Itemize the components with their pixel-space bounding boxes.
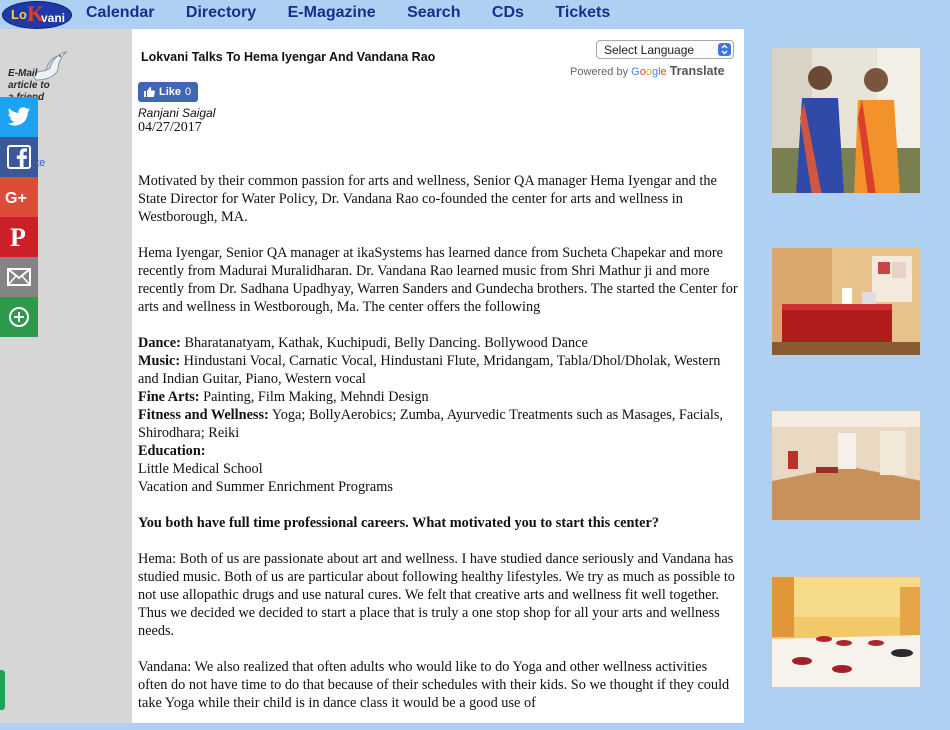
nav-e-magazine[interactable]: E-Magazine: [288, 4, 376, 21]
answer-hema: Hema: Both of us are passionate about ar…: [138, 551, 735, 639]
photo-studio-room[interactable]: [771, 576, 921, 688]
article-panel: Lokvani Talks To Hema Iyengar And Vandan…: [132, 29, 744, 723]
offerings-list: Dance: Bharatanatyam, Kathak, Kuchipudi,…: [138, 334, 738, 496]
like-label: Like: [159, 86, 182, 98]
photo-hallway[interactable]: [771, 410, 921, 521]
photo-display-table[interactable]: [771, 247, 921, 356]
google-plus-share-button[interactable]: G+: [0, 177, 38, 217]
logo-vani: vani: [41, 11, 66, 25]
question-1: You both have full time professional car…: [138, 514, 738, 532]
nav-tickets[interactable]: Tickets: [555, 4, 610, 21]
svg-text:G+: G+: [5, 190, 27, 206]
education-label: Education:: [138, 443, 206, 459]
fine-arts-offerings: Painting, Film Making, Mehndi Design: [199, 389, 429, 405]
translate-label: Translate: [669, 64, 725, 78]
article-author: Ranjani Saigal: [138, 106, 216, 120]
education-offering-2: Vacation and Summer Enrichment Programs: [138, 479, 393, 495]
svg-text:P: P: [10, 224, 26, 250]
dance-offerings: Bharatanatyam, Kathak, Kuchipudi, Belly …: [180, 335, 588, 351]
email-share-button[interactable]: [0, 257, 38, 297]
facebook-share-button[interactable]: [0, 137, 38, 177]
google-plus-icon: G+: [5, 190, 27, 206]
powered-by-google[interactable]: Powered by Google Translate: [570, 64, 725, 78]
nav-links: Calendar Directory E-Magazine Search CDs…: [86, 4, 637, 22]
language-select-label: Select Language: [604, 43, 695, 57]
twitter-share-button[interactable]: [0, 97, 38, 137]
nav-cds[interactable]: CDs: [492, 4, 524, 21]
google-logo: Google: [631, 66, 667, 78]
paragraph-intro: Motivated by their common passion for ar…: [138, 173, 717, 225]
paragraph-background: Hema Iyengar, Senior QA manager at ikaSy…: [138, 245, 738, 315]
photo-hema-vandana[interactable]: [771, 47, 921, 194]
dance-label: Dance:: [138, 335, 181, 351]
like-count: 0: [185, 86, 192, 98]
music-label: Music:: [138, 353, 181, 369]
twitter-icon: [7, 107, 30, 126]
fitness-label: Fitness and Wellness:: [138, 407, 269, 423]
side-tab[interactable]: [0, 670, 5, 710]
pinterest-share-button[interactable]: P: [0, 217, 38, 257]
language-select[interactable]: Select Language: [596, 40, 734, 59]
facebook-like-button[interactable]: Like 0: [138, 82, 198, 102]
answer-vandana: Vandana: We also realized that often adu…: [138, 659, 730, 711]
question-1-text: You both have full time professional car…: [138, 515, 659, 531]
pinterest-icon: P: [10, 224, 26, 250]
article-title: Lokvani Talks To Hema Iyengar And Vandan…: [141, 50, 436, 64]
nav-calendar[interactable]: Calendar: [86, 4, 154, 21]
select-arrows-icon: [718, 43, 731, 56]
logo-lo: Lo: [11, 7, 27, 22]
article-body: Motivated by their common passion for ar…: [138, 172, 738, 730]
education-offering-1: Little Medical School: [138, 461, 263, 477]
plus-share-icon: [9, 307, 29, 327]
nav-search[interactable]: Search: [407, 4, 460, 21]
facebook-icon: [7, 145, 31, 169]
article-date: 04/27/2017: [138, 120, 202, 135]
lokvani-logo[interactable]: Lo K vani: [2, 1, 72, 29]
nav-directory[interactable]: Directory: [186, 4, 256, 21]
top-nav: Lo K vani Calendar Directory E-Magazine …: [0, 0, 950, 29]
envelope-icon: [7, 268, 31, 286]
thumbs-up-icon: [144, 87, 155, 97]
fine-arts-label: Fine Arts:: [138, 389, 200, 405]
powered-by-label: Powered by: [570, 66, 629, 78]
music-offerings: Hindustani Vocal, Carnatic Vocal, Hindus…: [138, 353, 721, 387]
more-share-button[interactable]: [0, 297, 38, 337]
